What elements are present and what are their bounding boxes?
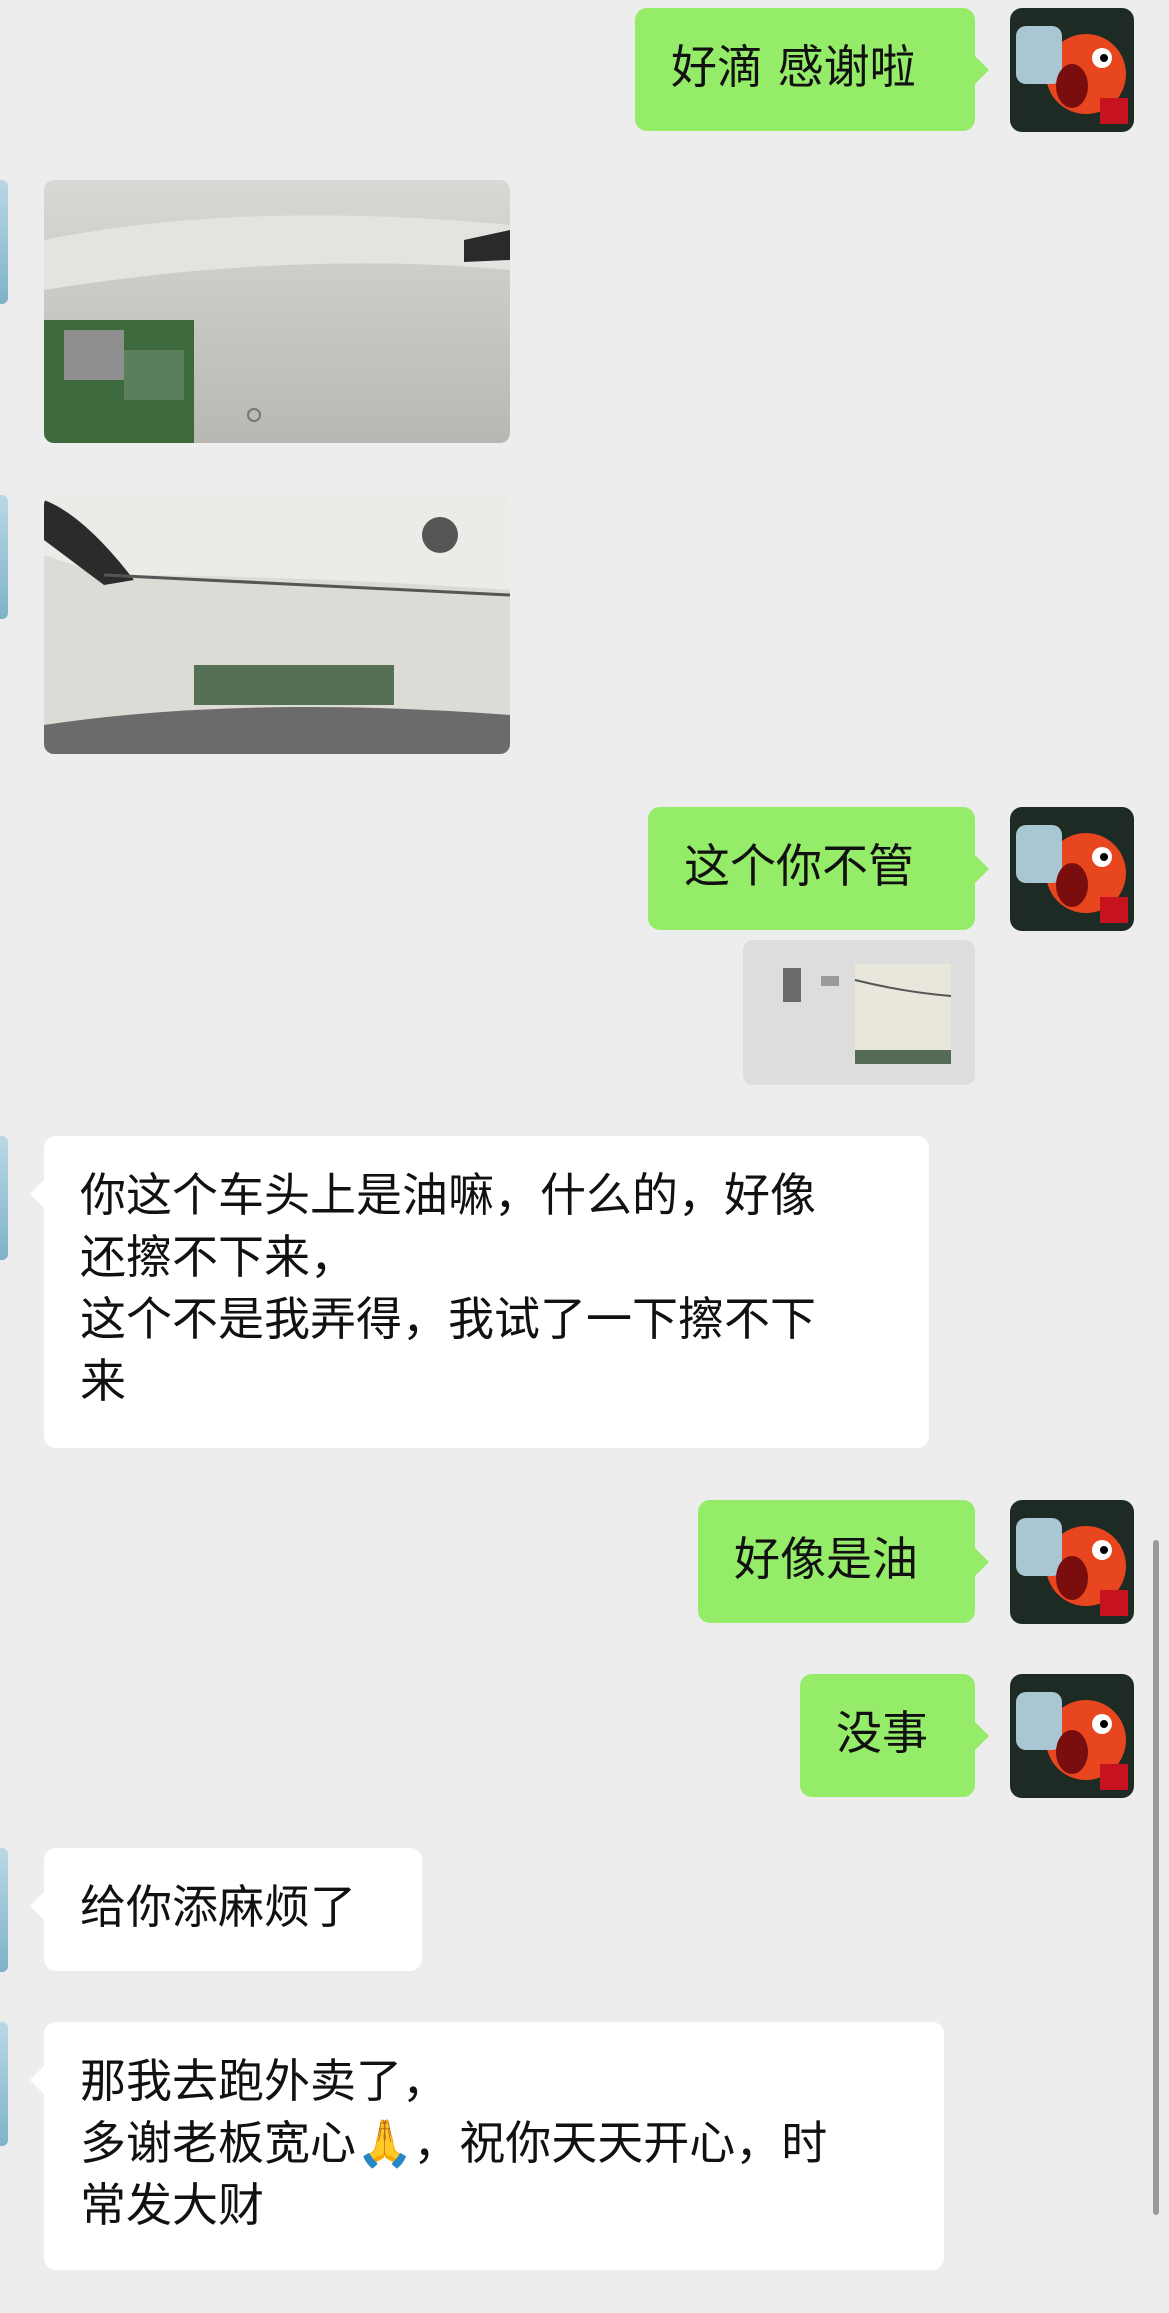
my-avatar[interactable] [1010,1674,1134,1798]
message-text: 好像是油 [734,1532,918,1586]
quoted-photo-thumbnail-icon [783,964,952,1064]
message-bubble-received[interactable]: 给你添麻烦了 [30,1848,422,1971]
quoted-image[interactable] [743,940,975,1085]
my-avatar[interactable] [1010,807,1134,931]
message-text: 你这个车头上是油嘛，什么的，好像 还擦不下来， 这个不是我弄得，我试了一下擦不下… [80,1168,816,1408]
scrollbar[interactable] [1153,1540,1159,2215]
message-text: 好滴 感谢啦 [671,40,916,94]
peer-avatar[interactable] [0,495,8,619]
message-bubble-sent[interactable]: 好像是油 [698,1500,989,1623]
peer-avatar[interactable] [0,180,8,304]
message-bubble-sent[interactable]: 好滴 感谢啦 [635,8,989,131]
cartoon-face-avatar-icon [1010,1674,1134,1798]
message-text-line: 多谢老板宽心🙏，祝你天天开心，时 [80,2112,908,2174]
message-text: ，祝你天天开心，时 [413,2116,828,2170]
cartoon-face-avatar-icon [1010,1500,1134,1624]
peer-avatar[interactable] [0,1136,8,1260]
my-avatar[interactable] [1010,8,1134,132]
message-bubble-received[interactable]: 你这个车头上是油嘛，什么的，好像 还擦不下来， 这个不是我弄得，我试了一下擦不下… [30,1136,929,1448]
photo-car-side-icon [44,180,510,443]
message-text: 没事 [836,1706,928,1760]
image-message[interactable] [44,495,510,754]
photo-car-front-icon [44,495,510,754]
cartoon-face-avatar-icon [1010,8,1134,132]
peer-avatar[interactable] [0,2022,8,2146]
my-avatar[interactable] [1010,1500,1134,1624]
message-bubble-received[interactable]: 那我去跑外卖了， 多谢老板宽心🙏，祝你天天开心，时 常发大财 [30,2022,944,2270]
image-message[interactable] [44,180,510,443]
message-text-line: 常发大财 [80,2178,264,2232]
peer-avatar[interactable] [0,1848,8,1972]
chat-area: 好滴 感谢啦 这个你不管 你这个车头上是油嘛，什么的，好像 还擦不下来， 这个不… [0,0,1169,2313]
message-text-line: 那我去跑外卖了， [80,2054,448,2108]
message-text: 多谢老板宽心 [80,2116,356,2170]
message-text: 给你添麻烦了 [80,1880,356,1934]
message-bubble-sent[interactable]: 没事 [800,1674,989,1797]
pray-emoji-icon: 🙏 [356,2116,414,2170]
message-bubble-sent[interactable]: 这个你不管 [648,807,989,930]
message-text: 这个你不管 [684,839,914,893]
cartoon-face-avatar-icon [1010,807,1134,931]
